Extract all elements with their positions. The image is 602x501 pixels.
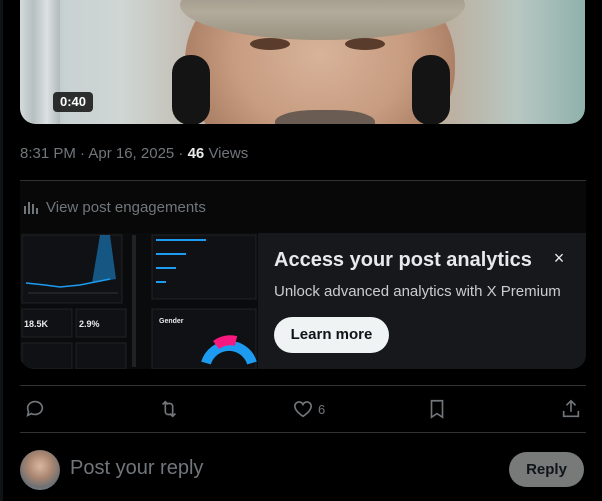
views-count: 46 [187, 145, 205, 162]
like-action[interactable]: 6 [292, 398, 325, 420]
video-duration-badge: 0:40 [53, 92, 94, 112]
reply-icon [26, 400, 44, 417]
reply-composer: Post your reply Reply [20, 433, 586, 501]
video-frame-mustache [275, 110, 375, 124]
preview-stat-engagement: 2.9% [79, 319, 100, 329]
learn-more-button[interactable]: Learn more [274, 317, 389, 353]
like-count: 6 [318, 401, 326, 417]
heart-icon [293, 401, 313, 418]
post-timestamp[interactable]: 8:31 PM · Apr 16, 2025 · [20, 145, 188, 162]
promo-subtitle: Unlock advanced analytics with X Premium [274, 283, 561, 300]
video-frame-headset [412, 55, 450, 124]
analytics-icon [24, 202, 38, 214]
avatar[interactable] [20, 450, 60, 490]
reply-input[interactable]: Post your reply [70, 457, 203, 480]
share-icon [562, 399, 580, 418]
bookmark-icon [430, 399, 444, 419]
share-action[interactable] [560, 398, 582, 420]
video-player[interactable]: 0:40 [20, 0, 585, 124]
bookmark-action[interactable] [426, 398, 448, 420]
repost-action[interactable] [158, 398, 180, 420]
analytics-preview-graphic [21, 234, 257, 369]
video-frame-eye [250, 38, 290, 50]
video-frame-headset [172, 55, 210, 124]
views-label: Views [204, 145, 249, 162]
left-border [0, 0, 3, 501]
post-meta: 8:31 PM · Apr 16, 2025 · 46 Views [20, 145, 248, 162]
premium-analytics-promo: 18.5K 2.9% Gender Access your post analy… [20, 233, 586, 369]
preview-stat-impressions: 18.5K [24, 319, 49, 329]
post-actions-bar: 6 [20, 386, 586, 432]
view-engagements-label: View post engagements [46, 198, 206, 216]
repost-icon [161, 400, 177, 418]
view-engagements-link[interactable]: View post engagements [20, 181, 586, 233]
promo-title: Access your post analytics [274, 249, 532, 271]
reply-button[interactable]: Reply [509, 452, 584, 487]
close-icon[interactable]: × [548, 247, 570, 269]
analytics-preview-image: 18.5K 2.9% Gender [20, 233, 258, 369]
preview-panel-title: Gender [159, 318, 184, 325]
video-frame-eye [345, 38, 385, 50]
reply-action[interactable] [24, 398, 46, 420]
